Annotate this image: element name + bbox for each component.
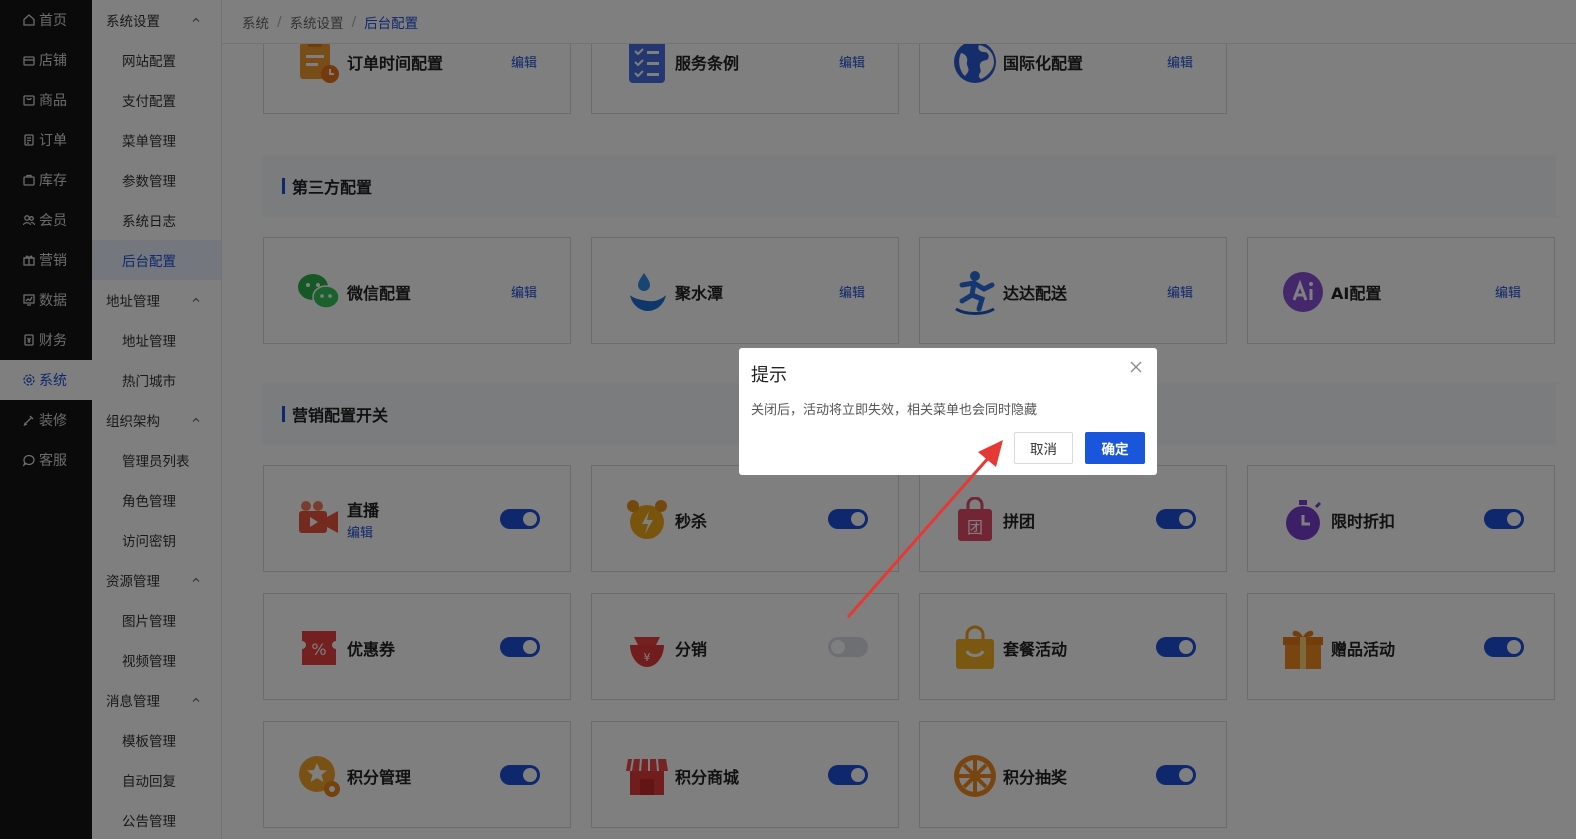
confirm-button[interactable]: 确定	[1085, 432, 1145, 464]
dialog-title: 提示	[751, 365, 787, 386]
confirm-dialog: 提示 关闭后，活动将立即失效，相关菜单也会同时隐藏 取消 确定	[739, 348, 1157, 475]
cancel-button[interactable]: 取消	[1014, 432, 1073, 464]
close-icon[interactable]	[1129, 360, 1143, 374]
dialog-message: 关闭后，活动将立即失效，相关菜单也会同时隐藏	[751, 403, 1038, 418]
